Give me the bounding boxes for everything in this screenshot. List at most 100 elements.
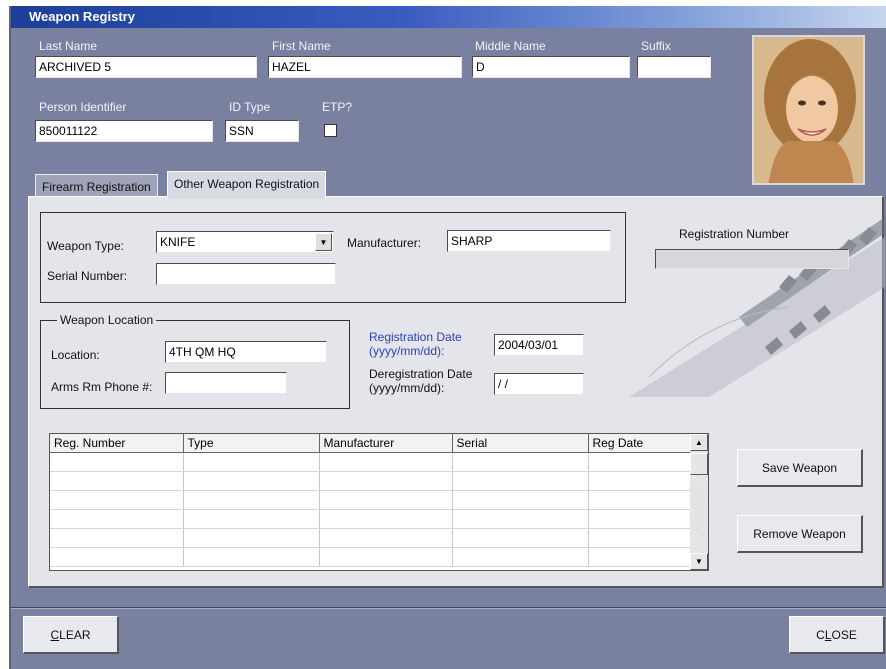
table-cell[interactable]	[50, 490, 184, 510]
table-row[interactable]	[50, 452, 692, 472]
table-row[interactable]	[50, 528, 692, 548]
chevron-down-icon[interactable]: ▼	[315, 233, 332, 251]
manufacturer-field[interactable]: SHARP	[447, 230, 611, 252]
registration-date-field[interactable]: 2004/03/01	[494, 334, 584, 356]
table-cell[interactable]	[183, 490, 320, 510]
table-cell[interactable]	[319, 471, 453, 491]
table-row[interactable]	[50, 471, 692, 491]
column-header-reg-number[interactable]: Reg. Number	[50, 434, 184, 453]
table-cell[interactable]	[183, 547, 320, 567]
weapon-type-select[interactable]: KNIFE ▼	[156, 231, 334, 253]
person-identifier-field[interactable]: 850011122	[35, 120, 213, 142]
table-cell[interactable]	[183, 452, 320, 472]
deregistration-date-label: Deregistration Date	[369, 367, 473, 381]
arms-room-phone-field[interactable]	[165, 372, 287, 394]
table-cell[interactable]	[319, 509, 453, 529]
table-cell[interactable]	[183, 528, 320, 548]
suffix-field[interactable]	[637, 56, 711, 78]
registration-number-field	[655, 249, 849, 269]
weapon-details-group	[40, 212, 626, 303]
registration-number-label: Registration Number	[679, 227, 790, 241]
weapons-grid[interactable]: Reg. Number Type Manufacturer Serial Reg…	[49, 433, 709, 571]
arrow-up-icon[interactable]: ▲	[690, 434, 708, 451]
clear-button-label: LEAR	[59, 627, 91, 642]
table-cell[interactable]	[183, 509, 320, 529]
table-cell[interactable]	[50, 528, 184, 548]
suffix-label: Suffix	[641, 39, 671, 53]
portrait-image	[754, 37, 863, 183]
arms-room-phone-label: Arms Rm Phone #:	[51, 380, 153, 394]
arrow-down-icon[interactable]: ▼	[690, 553, 708, 570]
table-cell[interactable]	[452, 471, 589, 491]
tab-other-weapon-registration[interactable]: Other Weapon Registration	[167, 171, 327, 199]
weapon-registry-window: Weapon Registry Last Name ARCHIVED 5 Fir…	[9, 6, 886, 669]
clear-button[interactable]: C LEAR	[23, 616, 119, 654]
id-type-field[interactable]: SSN	[225, 120, 299, 142]
close-button-label: OSE	[831, 627, 857, 642]
scrollbar-thumb[interactable]	[690, 453, 708, 475]
table-cell[interactable]	[588, 452, 692, 472]
column-header-type[interactable]: Type	[183, 434, 320, 453]
deregistration-date-format: (yyyy/mm/dd):	[369, 381, 445, 395]
table-cell[interactable]	[452, 509, 589, 529]
table-row[interactable]	[50, 509, 692, 529]
weapon-location-group	[40, 320, 350, 409]
column-header-serial[interactable]: Serial	[452, 434, 589, 453]
remove-weapon-button[interactable]: Remove Weapon	[737, 515, 863, 553]
table-cell[interactable]	[452, 547, 589, 567]
last-name-label: Last Name	[39, 39, 98, 53]
column-header-manufacturer[interactable]: Manufacturer	[319, 434, 453, 453]
tab-panel: Weapon Type: KNIFE ▼ Manufacturer: SHARP…	[28, 196, 885, 588]
registration-date-label: Registration Date	[369, 330, 462, 344]
table-cell[interactable]	[319, 452, 453, 472]
table-cell[interactable]	[452, 490, 589, 510]
table-cell[interactable]	[588, 471, 692, 491]
registration-date-format: (yyyy/mm/dd):	[369, 344, 445, 358]
first-name-label: First Name	[272, 39, 331, 53]
table-cell[interactable]	[50, 509, 184, 529]
deregistration-date-field[interactable]: / /	[494, 373, 584, 395]
table-cell[interactable]	[452, 452, 589, 472]
etp-label: ETP?	[322, 100, 353, 114]
table-cell[interactable]	[319, 528, 453, 548]
first-name-field[interactable]: HAZEL	[268, 56, 462, 78]
save-weapon-button[interactable]: Save Weapon	[737, 449, 863, 487]
table-cell[interactable]	[183, 471, 320, 491]
table-cell[interactable]	[588, 547, 692, 567]
table-header-row: Reg. Number Type Manufacturer Serial Reg…	[50, 434, 692, 453]
middle-name-field[interactable]: D	[472, 56, 630, 78]
column-header-reg-date[interactable]: Reg Date	[588, 434, 692, 453]
location-field[interactable]: 4TH QM HQ	[165, 341, 327, 363]
serial-number-field[interactable]	[156, 263, 336, 285]
person-photo	[752, 35, 865, 185]
middle-name-label: Middle Name	[475, 39, 546, 53]
clear-button-mnemonic: C	[50, 628, 59, 642]
table-cell[interactable]	[50, 471, 184, 491]
table-cell[interactable]	[319, 490, 453, 510]
id-type-label: ID Type	[229, 100, 271, 114]
table-cell[interactable]	[452, 528, 589, 548]
etp-checkbox[interactable]	[324, 124, 337, 137]
close-button-first: C	[816, 627, 825, 642]
table-cell[interactable]	[319, 547, 453, 567]
location-label: Location:	[51, 348, 100, 362]
person-identifier-label: Person Identifier	[39, 100, 127, 114]
table-cell[interactable]	[588, 490, 692, 510]
last-name-field[interactable]: ARCHIVED 5	[35, 56, 257, 78]
footer-divider	[11, 607, 886, 609]
table-cell[interactable]	[50, 452, 184, 472]
table-cell[interactable]	[588, 509, 692, 529]
grid-vertical-scrollbar[interactable]: ▲ ▼	[690, 434, 708, 570]
close-button-hotkey: L	[824, 627, 832, 642]
table-row[interactable]	[50, 490, 692, 510]
table-cell[interactable]	[50, 547, 184, 567]
manufacturer-label: Manufacturer:	[347, 236, 422, 250]
table-row[interactable]	[50, 547, 692, 567]
weapon-type-label: Weapon Type:	[47, 239, 124, 253]
close-button[interactable]: C L OSE	[789, 616, 885, 654]
table-cell[interactable]	[588, 528, 692, 548]
serial-number-label: Serial Number:	[47, 269, 128, 283]
weapon-location-legend: Weapon Location	[57, 313, 157, 327]
weapons-table: Reg. Number Type Manufacturer Serial Reg…	[50, 434, 692, 567]
tab-firearm-registration[interactable]: Firearm Registration	[35, 174, 158, 198]
